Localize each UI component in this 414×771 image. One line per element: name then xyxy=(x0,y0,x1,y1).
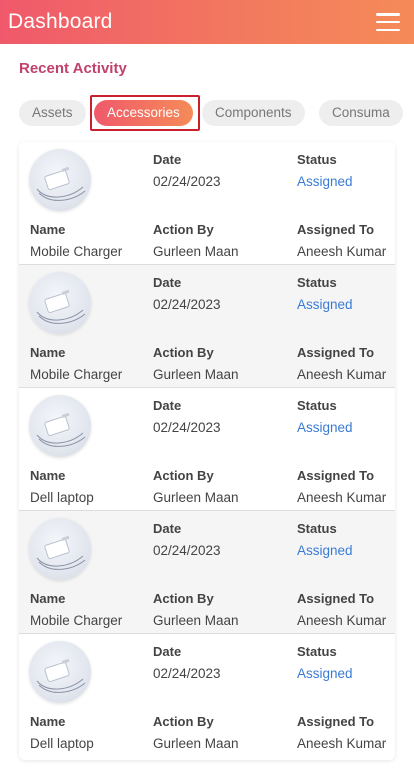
assigned-to-label: Assigned To xyxy=(297,345,375,360)
action-by-label: Action By xyxy=(153,222,214,237)
action-by-value: Gurleen Maan xyxy=(153,736,239,751)
date-label: Date xyxy=(153,521,182,536)
list-item[interactable]: Date 02/24/2023 Status Assigned Name Del… xyxy=(19,388,395,511)
name-label: Name xyxy=(30,345,66,360)
charger-icon xyxy=(29,272,91,334)
assigned-to-label: Assigned To xyxy=(297,591,375,606)
assigned-to-value: Aneesh Kumar xyxy=(297,613,387,628)
assigned-to-label: Assigned To xyxy=(297,714,375,729)
list-item[interactable]: Date 02/24/2023 Status Assigned Name Mob… xyxy=(19,142,395,265)
assigned-to-value: Aneesh Kumar xyxy=(297,244,387,259)
hamburger-menu-icon[interactable] xyxy=(376,13,400,31)
action-by-value: Gurleen Maan xyxy=(153,367,239,382)
action-by-label: Action By xyxy=(153,591,214,606)
section-title: Recent Activity xyxy=(19,60,127,77)
name-value: Mobile Charger xyxy=(30,367,123,382)
action-by-label: Action By xyxy=(153,345,214,360)
list-item[interactable]: Date 02/24/2023 Status Assigned Name Mob… xyxy=(19,511,395,634)
status-value: Assigned xyxy=(297,174,353,189)
charger-icon xyxy=(29,518,91,580)
status-label: Status xyxy=(297,521,337,536)
date-value: 02/24/2023 xyxy=(153,174,221,189)
assigned-to-value: Aneesh Kumar xyxy=(297,490,387,505)
status-value: Assigned xyxy=(297,666,353,681)
action-by-label: Action By xyxy=(153,714,214,729)
date-value: 02/24/2023 xyxy=(153,543,221,558)
assigned-to-value: Aneesh Kumar xyxy=(297,367,387,382)
name-label: Name xyxy=(30,222,66,237)
list-item[interactable]: Date 02/24/2023 Status Assigned Name Mob… xyxy=(19,265,395,388)
date-label: Date xyxy=(153,275,182,290)
date-label: Date xyxy=(153,152,182,167)
tab-accessories[interactable]: Accessories xyxy=(94,100,193,126)
name-label: Name xyxy=(30,468,66,483)
menu-bar-middle xyxy=(376,20,400,24)
date-value: 02/24/2023 xyxy=(153,297,221,312)
status-label: Status xyxy=(297,275,337,290)
charger-icon xyxy=(29,149,91,211)
status-value: Assigned xyxy=(297,297,353,312)
assigned-to-label: Assigned To xyxy=(297,222,375,237)
category-tabs: Assets Accessories Components Consuma xyxy=(19,97,414,129)
name-value: Mobile Charger xyxy=(30,244,123,259)
charger-icon xyxy=(29,641,91,703)
menu-bar-bottom xyxy=(376,28,400,31)
menu-bar-top xyxy=(376,13,400,16)
status-label: Status xyxy=(297,644,337,659)
status-label: Status xyxy=(297,398,337,413)
app-header: Dashboard xyxy=(0,0,414,44)
name-value: Dell laptop xyxy=(30,736,94,751)
action-by-value: Gurleen Maan xyxy=(153,490,239,505)
name-value: Dell laptop xyxy=(30,490,94,505)
status-value: Assigned xyxy=(297,543,353,558)
action-by-label: Action By xyxy=(153,468,214,483)
page-title: Dashboard xyxy=(8,10,113,33)
name-value: Mobile Charger xyxy=(30,613,123,628)
tab-components[interactable]: Components xyxy=(202,100,305,126)
activity-list: Date 02/24/2023 Status Assigned Name Mob… xyxy=(19,142,395,760)
tab-consumables[interactable]: Consuma xyxy=(319,100,403,126)
list-item[interactable]: Date 02/24/2023 Status Assigned Name Del… xyxy=(19,634,395,757)
tab-assets[interactable]: Assets xyxy=(19,100,86,126)
assigned-to-label: Assigned To xyxy=(297,468,375,483)
action-by-value: Gurleen Maan xyxy=(153,244,239,259)
name-label: Name xyxy=(30,591,66,606)
status-label: Status xyxy=(297,152,337,167)
date-value: 02/24/2023 xyxy=(153,666,221,681)
date-value: 02/24/2023 xyxy=(153,420,221,435)
assigned-to-value: Aneesh Kumar xyxy=(297,736,387,751)
name-label: Name xyxy=(30,714,66,729)
action-by-value: Gurleen Maan xyxy=(153,613,239,628)
status-value: Assigned xyxy=(297,420,353,435)
date-label: Date xyxy=(153,398,182,413)
date-label: Date xyxy=(153,644,182,659)
charger-icon xyxy=(29,395,91,457)
